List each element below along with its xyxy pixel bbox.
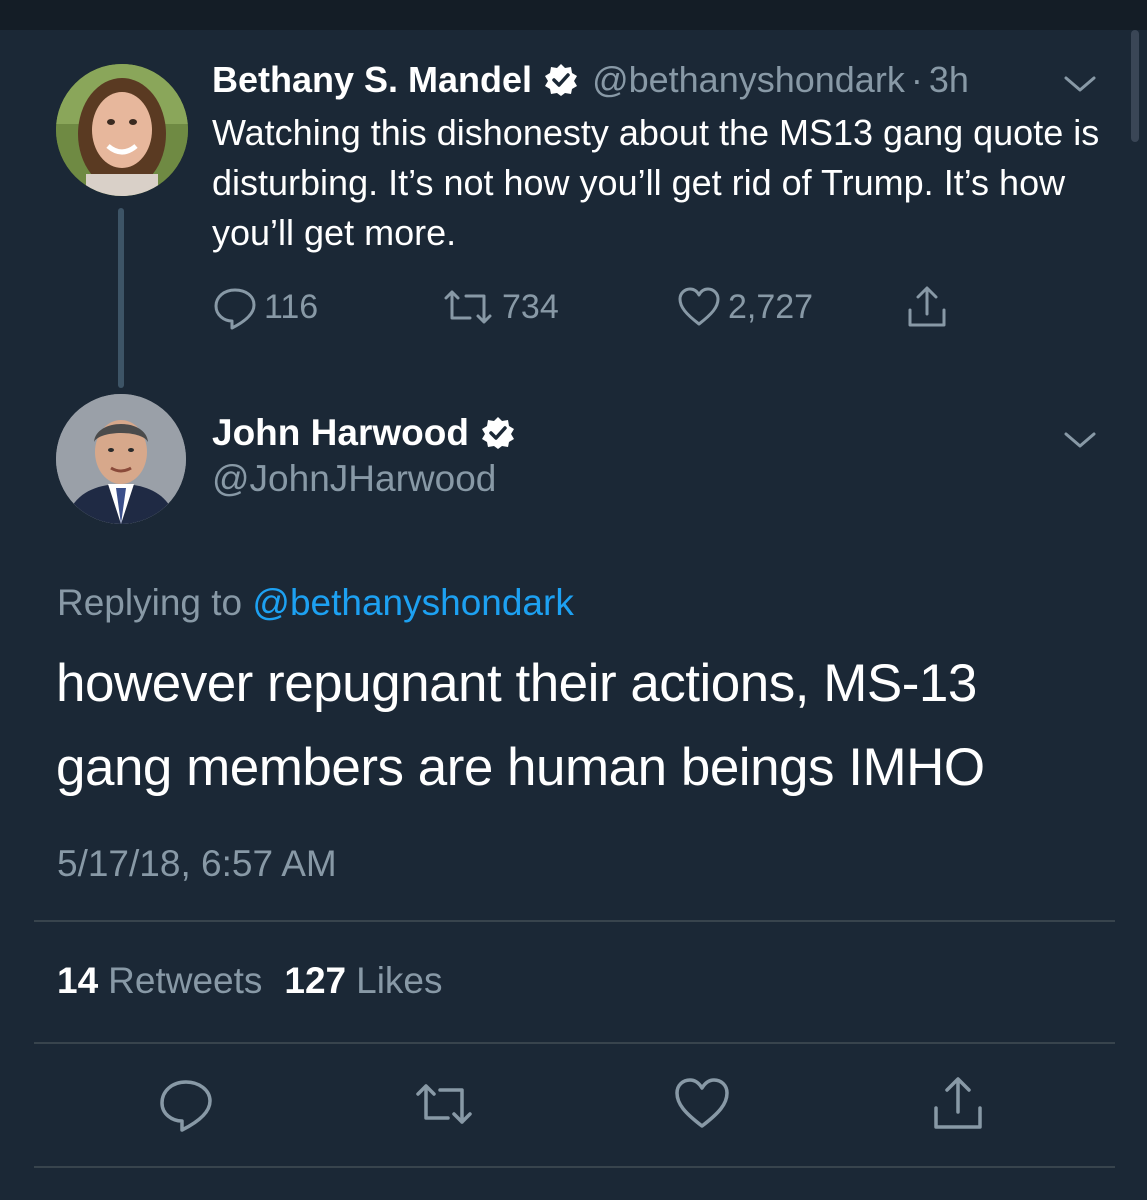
thread-connector [118,208,124,388]
like-stat-count: 127 [284,960,347,1001]
avatar-bethany[interactable] [56,64,188,196]
like-stat-label: Likes [356,960,443,1001]
engagement-stats: 14 Retweets 127 Likes [57,960,443,1002]
divider [34,920,1115,922]
retweet-stat-label: Retweets [108,960,263,1001]
parent-author-name[interactable]: Bethany S. Mandel [212,59,532,101]
separator-dot: · [910,59,923,100]
parent-tweet-time: 3h [928,59,969,100]
main-author-name-row: John Harwood [212,410,515,456]
replying-prefix: Replying to [57,582,243,623]
parent-author-handle[interactable]: @bethanyshondark [592,59,905,101]
share-icon [904,284,950,330]
replying-to: Replying to @bethanyshondark [57,582,574,624]
scrollbar[interactable] [1131,30,1139,142]
chevron-down-icon[interactable] [1062,428,1098,452]
retweet-button[interactable] [412,1074,472,1134]
retweet-icon [412,1084,476,1138]
like-button[interactable] [672,1074,732,1134]
main-tweet-text: however repugnant their actions, MS-13 g… [56,654,985,797]
like-button[interactable]: 2,727 [676,284,813,330]
like-count: 2,727 [728,287,814,326]
reply-button[interactable] [156,1074,216,1134]
verified-badge-icon [544,63,578,97]
retweet-count: 734 [502,287,559,326]
verified-badge-icon [481,416,515,450]
reply-button[interactable]: 116 [212,284,318,330]
reply-icon [212,284,258,330]
parent-tweet-header: Bethany S. Mandel @bethanyshondark · 3h [212,56,969,104]
avatar-john[interactable] [56,394,186,524]
replying-mention-link[interactable]: @bethanyshondark [252,582,573,623]
like-icon [676,284,722,330]
retweet-button[interactable]: 734 [440,284,559,330]
main-tweet-timestamp: 5/17/18, 6:57 AM [57,843,337,884]
retweet-icon [440,284,496,330]
main-author-handle[interactable]: @JohnJHarwood [212,458,496,500]
status-bar [0,0,1147,30]
retweet-stat-count: 14 [57,960,99,1001]
main-author-name[interactable]: John Harwood [212,412,469,454]
parent-tweet-text: Watching this dishonesty about the MS13 … [212,112,1100,253]
reply-count: 116 [264,287,319,326]
retweets-stat[interactable]: 14 Retweets [57,960,262,1002]
divider [34,1166,1115,1168]
reply-icon [156,1080,216,1138]
chevron-down-icon[interactable] [1062,72,1098,96]
likes-stat[interactable]: 127 Likes [284,960,442,1002]
parent-tweet-actions: 116 734 2,727 [212,284,972,332]
share-button[interactable] [904,284,950,330]
share-button[interactable] [928,1074,988,1134]
divider [34,1042,1115,1044]
share-icon [928,1077,988,1138]
like-icon [672,1078,732,1138]
